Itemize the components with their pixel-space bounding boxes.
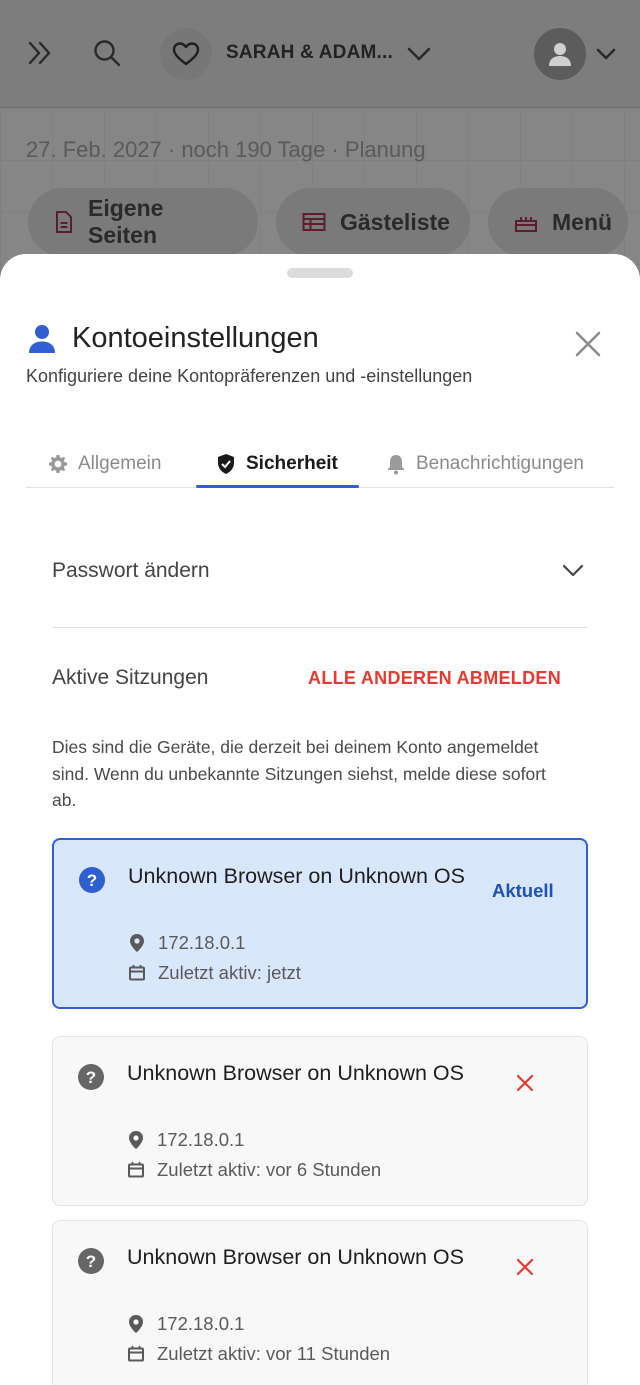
shield-icon — [218, 454, 234, 474]
session-title: Unknown Browser on Unknown OS — [128, 864, 465, 888]
account-settings-sheet: Kontoeinstellungen Konfiguriere deine Ko… — [0, 254, 640, 1385]
chevron-down-icon[interactable] — [594, 42, 618, 66]
search-icon[interactable] — [92, 38, 122, 68]
sheet-header: Kontoeinstellungen — [28, 322, 319, 355]
active-sessions-title: Aktive Sitzungen — [52, 666, 209, 689]
session-last-active: Zuletzt aktiv: vor 6 Stunden — [157, 1159, 382, 1180]
tab-label: Benachrichtigungen — [416, 453, 584, 474]
session-time-row: Zuletzt aktiv: vor 6 Stunden — [127, 1159, 381, 1181]
pill-custom-pages[interactable]: Eigene Seiten — [28, 188, 258, 256]
location-pin-icon — [129, 1315, 143, 1333]
tab-general[interactable]: Allgemein — [48, 440, 161, 488]
revoke-session-icon[interactable] — [513, 1255, 537, 1279]
pill-guest-list[interactable]: Gästeliste — [276, 188, 470, 256]
avatar[interactable] — [534, 28, 586, 80]
session-title: Unknown Browser on Unknown OS — [127, 1245, 464, 1269]
close-button[interactable] — [570, 326, 606, 362]
calendar-icon — [128, 1346, 144, 1362]
pill-label: Gästeliste — [340, 208, 450, 235]
tab-notifications[interactable]: Benachrichtigungen — [386, 440, 584, 488]
tab-label: Allgemein — [78, 453, 162, 474]
current-session-badge: Aktuell — [492, 880, 554, 901]
svg-text:?: ? — [86, 1068, 96, 1087]
location-pin-icon — [129, 1131, 143, 1149]
settings-tabs: Allgemein Sicherheit Benachrichtigungen — [26, 440, 614, 488]
session-ip-row: 172.18.0.1 — [128, 932, 245, 954]
svg-text:?: ? — [86, 1252, 96, 1271]
logout-all-others-button[interactable]: ALLE ANDEREN ABMELDEN — [308, 668, 561, 689]
sheet-title: Kontoeinstellungen — [72, 322, 319, 354]
session-ip-row: 172.18.0.1 — [127, 1313, 244, 1335]
svg-text:?: ? — [87, 871, 97, 890]
session-time-row: Zuletzt aktiv: vor 11 Stunden — [127, 1343, 390, 1365]
close-icon — [575, 331, 601, 357]
session-title: Unknown Browser on Unknown OS — [127, 1061, 464, 1085]
pill-label: Eigene Seiten — [88, 195, 164, 248]
pill-label: Menü — [552, 208, 613, 235]
chevron-down-icon — [562, 564, 584, 576]
question-circle-icon: ? — [78, 1064, 104, 1090]
active-sessions-description: Dies sind die Geräte, die derzeit bei de… — [52, 737, 546, 810]
session-ip: 172.18.0.1 — [157, 1129, 245, 1150]
user-avatar-icon — [549, 43, 571, 66]
chevrons-right-icon[interactable] — [26, 38, 56, 68]
top-bar: SARAH & ADAM... — [0, 0, 640, 108]
session-time-row: Zuletzt aktiv: jetzt — [128, 962, 301, 984]
revoke-session-icon[interactable] — [513, 1071, 537, 1095]
session-card-current: ? Unknown Browser on Unknown OS 172.18.0… — [52, 838, 588, 1009]
session-last-active: Zuletzt aktiv: vor 11 Stunden — [157, 1343, 391, 1364]
document-icon — [56, 211, 72, 233]
tab-security[interactable]: Sicherheit — [216, 440, 338, 488]
session-card: ? Unknown Browser on Unknown OS 172.18.0… — [52, 1220, 588, 1385]
change-password-label: Passwort ändern — [52, 558, 210, 582]
session-ip-row: 172.18.0.1 — [127, 1129, 244, 1151]
change-password-row[interactable]: Passwort ändern — [52, 544, 588, 628]
pill-menu[interactable]: Menü — [488, 188, 628, 256]
gear-icon — [49, 455, 67, 473]
heart-icon — [172, 42, 200, 66]
session-ip: 172.18.0.1 — [158, 932, 246, 953]
session-card: ? Unknown Browser on Unknown OS 172.18.0… — [52, 1036, 588, 1206]
date-line: 27. Feb. 2027 · noch 190 Tage · Planung — [26, 137, 426, 162]
question-circle-icon: ? — [78, 1248, 104, 1274]
question-circle-icon: ? — [79, 867, 105, 893]
cake-icon — [515, 217, 537, 232]
wedding-name[interactable]: SARAH & ADAM... — [226, 42, 393, 64]
session-ip: 172.18.0.1 — [157, 1313, 245, 1334]
bell-icon — [388, 455, 404, 475]
session-last-active: Zuletzt aktiv: jetzt — [158, 962, 301, 983]
heart-button[interactable] — [160, 28, 212, 80]
active-sessions-header: Aktive Sitzungen ALLE ANDEREN ABMELDEN — [52, 666, 588, 690]
calendar-icon — [129, 965, 145, 981]
drag-handle[interactable] — [287, 268, 353, 278]
location-pin-icon — [130, 934, 144, 952]
calendar-icon — [128, 1162, 144, 1178]
user-icon — [29, 324, 55, 353]
table-icon — [302, 213, 326, 231]
active-tab-indicator — [196, 485, 359, 488]
chevron-down-icon[interactable] — [404, 40, 434, 68]
sheet-subtitle: Konfiguriere deine Kontopräferenzen und … — [26, 366, 473, 386]
tab-label: Sicherheit — [246, 453, 338, 474]
